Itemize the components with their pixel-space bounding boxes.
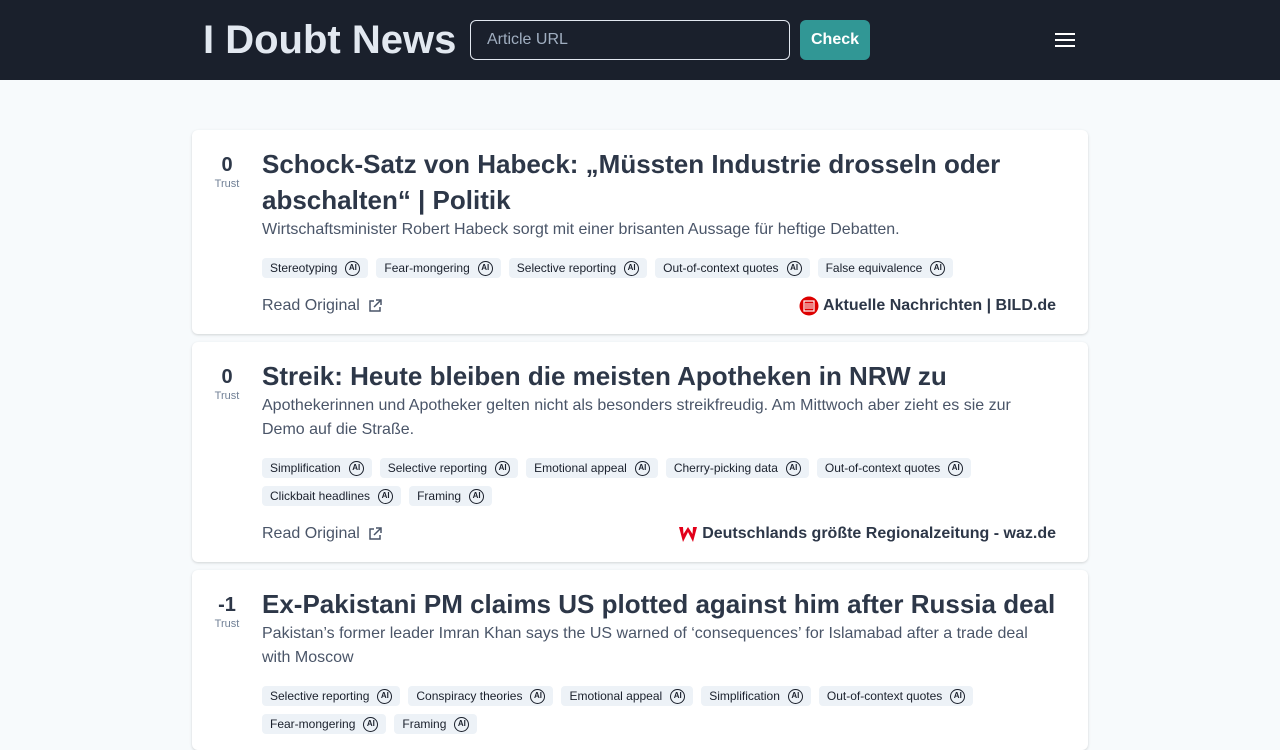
read-original-link[interactable]: Read Original bbox=[262, 294, 382, 318]
external-link-icon bbox=[369, 299, 382, 312]
bias-tag[interactable]: Clickbait headlines AI bbox=[262, 486, 402, 506]
tag-label: Fear-mongering bbox=[384, 261, 470, 275]
tag-label: Selective reporting bbox=[387, 461, 488, 475]
bias-tag[interactable]: Fear-mongering AI bbox=[376, 258, 501, 278]
article-title[interactable]: Ex-Pakistani PM claims US plotted agains… bbox=[262, 586, 1056, 622]
tag-label: False equivalence bbox=[825, 261, 923, 275]
ai-icon: AI bbox=[624, 260, 640, 276]
ai-icon: AI bbox=[950, 688, 966, 704]
tag-label: Simplification bbox=[270, 461, 341, 475]
tag-label: Conspiracy theories bbox=[416, 689, 523, 703]
trust-score: 0 bbox=[221, 154, 233, 176]
ai-icon: AI bbox=[348, 460, 364, 476]
tag-label: Framing bbox=[417, 489, 462, 503]
top-navbar: I Doubt News Check bbox=[0, 0, 1280, 80]
source-name: Aktuelle Nachrichten | BILD.de bbox=[823, 297, 1056, 314]
ai-icon: AI bbox=[345, 260, 361, 276]
bias-tag[interactable]: Out-of-context quotes AI bbox=[818, 686, 974, 706]
site-logo[interactable]: I Doubt News bbox=[203, 18, 456, 62]
tag-label: Fear-mongering bbox=[270, 717, 356, 731]
article-card: -1 Trust Ex-Pakistani PM claims US plott… bbox=[192, 570, 1088, 750]
menu-button[interactable] bbox=[1045, 20, 1085, 60]
ai-icon: AI bbox=[477, 260, 493, 276]
article-description: Wirtschaftsminister Robert Habeck sorgt … bbox=[262, 221, 900, 238]
trust-label: Trust bbox=[214, 618, 240, 630]
bias-tag[interactable]: Out-of-context quotes AI bbox=[655, 258, 810, 278]
bias-tag[interactable]: Simplification AI bbox=[701, 686, 811, 706]
article-title[interactable]: Streik: Heute bleiben die meisten Apothe… bbox=[262, 358, 1056, 394]
tag-label: Out-of-context quotes bbox=[663, 261, 779, 275]
bias-tag[interactable]: Simplification AI bbox=[262, 458, 372, 478]
ai-icon: AI bbox=[495, 460, 511, 476]
bias-tag[interactable]: Cherry-picking data AI bbox=[665, 458, 809, 478]
bias-tag[interactable]: Selective reporting AI bbox=[508, 258, 648, 278]
bias-tag[interactable]: False equivalence AI bbox=[817, 258, 954, 278]
ai-icon: AI bbox=[786, 260, 802, 276]
article-description: Pakistan’s former leader Imran Khan says… bbox=[262, 625, 1028, 666]
trust-score: -1 bbox=[218, 594, 236, 616]
ai-icon: AI bbox=[530, 688, 546, 704]
bias-tags: Simplification AI Selective reporting AI E… bbox=[262, 458, 1056, 506]
tag-label: Selective reporting bbox=[270, 689, 370, 703]
bias-tag[interactable]: Emotional appeal AI bbox=[526, 458, 658, 478]
bias-tag[interactable]: Selective reporting AI bbox=[379, 458, 519, 478]
trust-score: 0 bbox=[221, 366, 233, 388]
bias-tag[interactable]: Emotional appeal AI bbox=[561, 686, 694, 706]
article-card: 0 Trust Streik: Heute bleiben die meiste… bbox=[192, 342, 1088, 562]
bias-tag[interactable]: Framing AI bbox=[409, 486, 493, 506]
trust-label: Trust bbox=[214, 390, 240, 402]
tag-label: Emotional appeal bbox=[534, 461, 627, 475]
article-description: Apothekerinnen und Apotheker gelten nich… bbox=[262, 397, 1011, 438]
ai-icon: AI bbox=[454, 716, 470, 732]
read-original-link[interactable]: Read Original bbox=[262, 522, 382, 546]
tag-label: Selective reporting bbox=[516, 261, 617, 275]
ai-icon: AI bbox=[363, 716, 379, 732]
tag-label: Stereotyping bbox=[270, 261, 338, 275]
bias-tag[interactable]: Fear-mongering AI bbox=[262, 714, 387, 734]
source-name: Deutschlands größte Regionalzeitung - wa… bbox=[702, 525, 1056, 542]
trust-score-box: -1 Trust bbox=[200, 592, 254, 630]
tag-label: Framing bbox=[402, 717, 447, 731]
ai-icon: AI bbox=[948, 460, 964, 476]
ai-icon: AI bbox=[469, 488, 485, 504]
ai-icon: AI bbox=[634, 460, 650, 476]
tag-label: Emotional appeal bbox=[569, 689, 663, 703]
bias-tag[interactable]: Framing AI bbox=[394, 714, 478, 734]
article-title[interactable]: Schock-Satz von Habeck: „Müssten Industr… bbox=[262, 146, 1056, 218]
bias-tag[interactable]: Conspiracy theories AI bbox=[408, 686, 554, 706]
source-link[interactable]: Aktuelle Nachrichten | BILD.de bbox=[799, 294, 1056, 318]
trust-score-box: 0 Trust bbox=[200, 364, 254, 402]
bias-tag[interactable]: Selective reporting AI bbox=[262, 686, 401, 706]
article-card: 0 Trust Schock-Satz von Habeck: „Müssten… bbox=[192, 130, 1088, 334]
check-button[interactable]: Check bbox=[800, 20, 870, 60]
bias-tag[interactable]: Out-of-context quotes AI bbox=[816, 458, 972, 478]
tag-label: Out-of-context quotes bbox=[824, 461, 941, 475]
tag-label: Cherry-picking data bbox=[673, 461, 778, 475]
ai-icon: AI bbox=[378, 488, 394, 504]
trust-score-box: 0 Trust bbox=[200, 152, 254, 190]
trust-label: Trust bbox=[214, 178, 240, 190]
bild-logo-icon bbox=[799, 296, 819, 316]
ai-icon: AI bbox=[930, 260, 946, 276]
external-link-icon bbox=[369, 527, 382, 540]
ai-icon: AI bbox=[670, 688, 686, 704]
bias-tags: Stereotyping AI Fear-mongering AI Selectiv… bbox=[262, 258, 1056, 278]
ai-icon: AI bbox=[785, 460, 801, 476]
tag-label: Clickbait headlines bbox=[270, 489, 371, 503]
bias-tag[interactable]: Stereotyping AI bbox=[262, 258, 369, 278]
read-original-label: Read Original bbox=[262, 297, 360, 314]
ai-icon: AI bbox=[787, 688, 803, 704]
tag-label: Out-of-context quotes bbox=[826, 689, 943, 703]
ai-icon: AI bbox=[377, 688, 393, 704]
bias-tags: Selective reporting AI Conspiracy theorie… bbox=[262, 686, 1056, 734]
tag-label: Simplification bbox=[709, 689, 780, 703]
hamburger-icon bbox=[1055, 33, 1075, 47]
waz-logo-icon bbox=[679, 527, 698, 542]
read-original-label: Read Original bbox=[262, 525, 360, 542]
source-link[interactable]: Deutschlands größte Regionalzeitung - wa… bbox=[678, 522, 1056, 546]
article-url-input[interactable] bbox=[470, 20, 790, 60]
